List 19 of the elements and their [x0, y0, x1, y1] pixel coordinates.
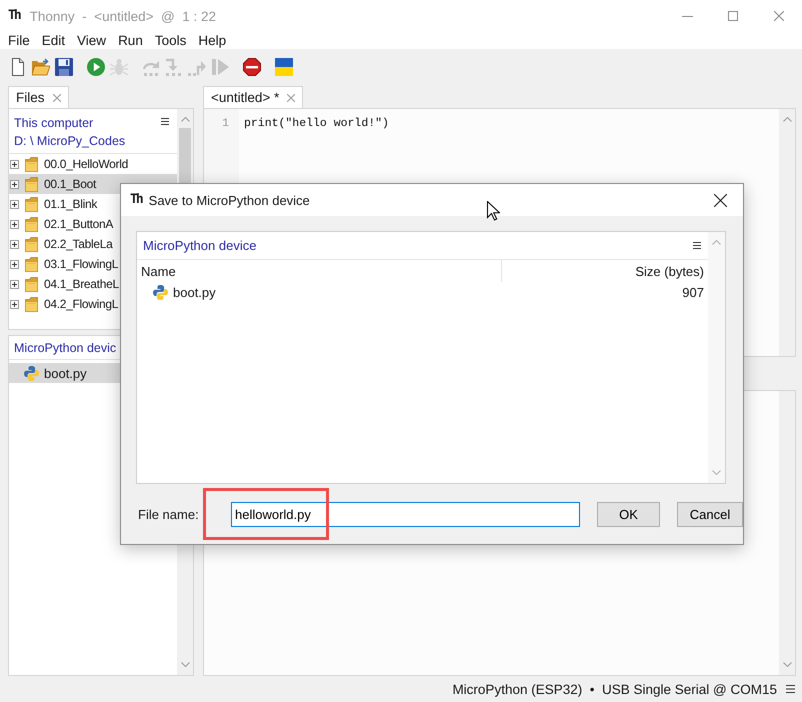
folder-name: 03.1_FlowingL — [44, 257, 118, 271]
folder-name: 04.1_BreatheL — [44, 277, 119, 291]
folder-name: 00.1_Boot — [44, 177, 96, 191]
folder-name: 00.0_HelloWorld — [44, 157, 128, 171]
app-logo: Th — [130, 193, 142, 207]
file-name-label: File name: — [138, 507, 199, 522]
window-title: Thonny - <untitled> @ 1 : 22 — [30, 8, 216, 24]
dialog-title: Save to MicroPython device — [148, 192, 310, 208]
app-logo: Th — [8, 9, 20, 23]
file-size: 907 — [682, 284, 704, 300]
folder-name: 04.2_FlowingL — [44, 297, 118, 311]
code-line: print("hello world!") — [244, 116, 389, 132]
folder-name: 02.1_ButtonA — [44, 217, 114, 231]
panel-title: MicroPython device — [143, 236, 256, 254]
file-name: boot.py — [173, 284, 216, 300]
folder-name: 01.1_Blink — [44, 197, 98, 211]
folder-name: 02.2_TableLa — [44, 237, 112, 251]
line-number: 1 — [222, 116, 229, 132]
file-name: boot.py — [44, 366, 87, 380]
